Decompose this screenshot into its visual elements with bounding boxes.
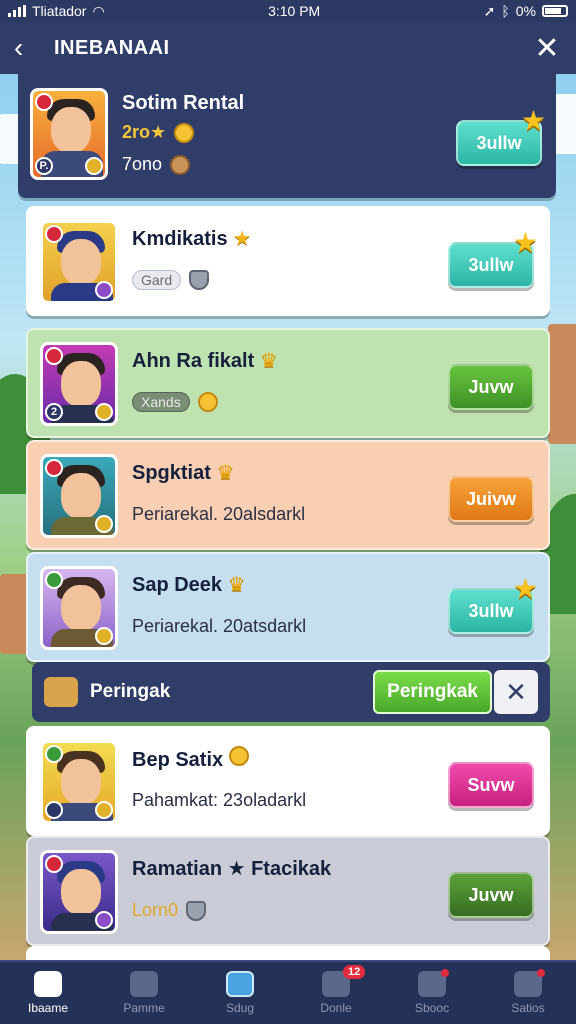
action-button[interactable]: Juivw <box>448 476 534 522</box>
list-item[interactable]: Spgktiat ♛ Periarekal. 20alsdarkl Juivw <box>26 440 550 550</box>
list-item[interactable]: 2 Ahn Ra fikalt ♛ Xands Juvw <box>26 328 550 438</box>
notification-action-button[interactable]: Peringkak <box>373 670 492 714</box>
shield-icon <box>226 971 254 997</box>
avatar <box>40 454 118 538</box>
mail-badge: 12 <box>343 965 366 979</box>
signal-icon <box>8 5 26 17</box>
crown-icon: ♛ <box>259 350 278 372</box>
star-icon: ★ <box>233 228 252 250</box>
avatar: 2 <box>40 342 118 426</box>
list-item[interactable]: P. Sotim Rental 2ro★ 7ono ★ 3ullw <box>18 74 556 198</box>
player-name: Kmdikatis ★ <box>132 228 252 250</box>
list-item[interactable]: Sap Deek ♛ Periarekal. 20atsdarkl ★ 3ull… <box>26 552 550 662</box>
nav-box[interactable]: Pamme <box>99 961 189 1024</box>
nav-shield[interactable]: Sdug <box>195 961 285 1024</box>
page-title: INEBANAAI <box>54 36 170 59</box>
avatar <box>40 850 118 934</box>
notification-dot <box>537 969 545 977</box>
notification-dot <box>441 969 449 977</box>
list-item[interactable]: Ramatian ★ Ftacikak Lorn0 Juvw <box>26 836 550 946</box>
cookie-icon <box>170 154 191 175</box>
player-name: Bep Satix <box>132 746 249 772</box>
player-tag: Gard <box>132 270 210 290</box>
action-button[interactable]: Suvw <box>448 762 534 808</box>
nav-mail[interactable]: 12 Donle <box>291 961 381 1024</box>
crown-icon: ♛ <box>227 574 246 596</box>
player-stat: 7ono <box>122 154 191 175</box>
avatar <box>40 220 118 304</box>
back-button[interactable]: ‹ <box>14 32 44 64</box>
list-item[interactable]: Kmdikatis ★ Gard ★ 3ullw <box>26 206 550 316</box>
notification-icon <box>44 677 78 707</box>
avatar: P. <box>30 88 108 180</box>
shield-icon <box>189 270 210 290</box>
action-button[interactable]: Juvw <box>448 364 534 410</box>
status-bar: Tliatador ◠ 3:10 PM ➚ ᛒ 0% <box>0 0 576 22</box>
avatar <box>40 566 118 650</box>
star-icon: ★ <box>512 227 538 258</box>
player-desc: Periarekal. 20atsdarkl <box>132 616 307 636</box>
notification-text: Peringak <box>90 681 171 702</box>
player-score: 2ro★ <box>122 122 195 143</box>
home-icon <box>34 971 62 997</box>
carrier-label: Tliatador <box>32 3 87 19</box>
action-button[interactable]: Juvw <box>448 872 534 918</box>
status-time: 3:10 PM <box>268 3 321 19</box>
box-icon <box>130 971 158 997</box>
action-button[interactable]: ★ 3ullw <box>448 573 538 634</box>
bluetooth-icon: ᛒ <box>501 3 510 19</box>
player-tag: Xands <box>132 392 218 412</box>
action-button[interactable]: ★ 3ullw <box>456 105 546 166</box>
smile-icon <box>197 392 218 412</box>
player-name: Sap Deek ♛ <box>132 574 246 596</box>
nav-home[interactable]: Ibaame <box>3 961 93 1024</box>
player-tag: Lorn0 <box>132 900 207 921</box>
notification-bar: Peringak Peringkak ✕ <box>32 662 550 722</box>
coin-icon <box>174 122 195 143</box>
list-item[interactable]: Bep Satix Pahamkat: 23oladarkl Suvw <box>26 726 550 836</box>
action-button[interactable]: ★ 3ullw <box>448 227 538 288</box>
star-icon: ★ <box>512 573 538 604</box>
notification-close-button[interactable]: ✕ <box>494 670 538 714</box>
shield-icon <box>186 900 207 921</box>
bottom-nav: Ibaame Pamme Sdug 12 Donle Sbooc Satios <box>0 960 576 1024</box>
app-header: ‹ INEBANAAI ✕ <box>0 22 576 74</box>
player-name: Ahn Ra fikalt ♛ <box>132 350 278 372</box>
player-name: Sotim Rental <box>122 92 245 114</box>
nav-profile[interactable]: Satios <box>483 961 573 1024</box>
star-icon: ★ <box>520 105 546 136</box>
nav-gift[interactable]: Sbooc <box>387 961 477 1024</box>
battery-percent: 0% <box>515 3 536 19</box>
battery-icon <box>541 5 568 17</box>
player-name: Ramatian ★ Ftacikak <box>132 858 332 880</box>
player-name: Spgktiat ♛ <box>132 462 235 484</box>
wifi-icon: ◠ <box>92 2 105 19</box>
avatar <box>40 740 118 824</box>
close-button[interactable]: ✕ <box>532 31 562 66</box>
player-desc: Periarekal. 20alsdarkl <box>132 504 306 524</box>
smile-icon <box>228 746 249 766</box>
crown-icon: ♛ <box>216 462 235 484</box>
player-desc: Pahamkat: 23oladarkl <box>132 790 307 810</box>
location-icon: ➚ <box>483 2 496 19</box>
